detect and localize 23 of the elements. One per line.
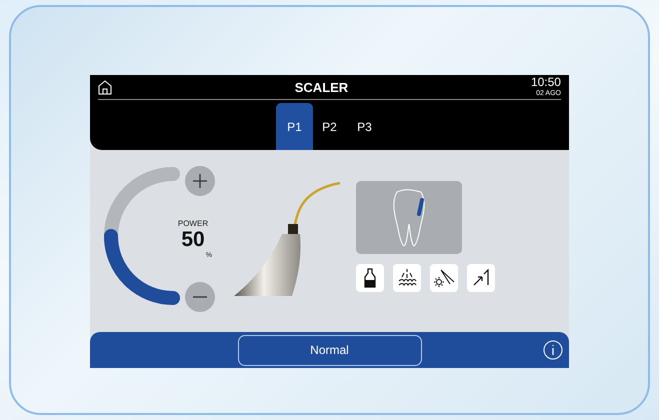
- program-tab[interactable]: P1: [276, 103, 313, 150]
- tooth-icon: [391, 188, 427, 248]
- increase-button[interactable]: [185, 166, 215, 196]
- ramp-arrow-icon: [472, 269, 490, 287]
- bottle-button[interactable]: [356, 264, 384, 292]
- water-spray-icon: [397, 268, 417, 288]
- mode-button[interactable]: Normal: [238, 334, 422, 366]
- program-tab[interactable]: P2: [311, 103, 348, 150]
- bottle-icon: [364, 268, 376, 288]
- power-value: 50: [181, 228, 205, 252]
- ramp-button[interactable]: [467, 264, 495, 292]
- plus-icon: [193, 174, 207, 188]
- screen-title: SCALER: [294, 80, 348, 94]
- decrease-button[interactable]: [185, 282, 215, 312]
- clock-time: 10:50: [530, 76, 561, 89]
- light-button[interactable]: [430, 264, 458, 292]
- water-spray-button[interactable]: [393, 264, 421, 292]
- minus-icon: [193, 296, 207, 298]
- home-icon[interactable]: [98, 80, 112, 94]
- power-label: POWER: [178, 219, 208, 228]
- info-icon[interactable]: [543, 340, 563, 360]
- handpiece-light-icon: [433, 268, 455, 288]
- program-tab[interactable]: P3: [346, 103, 383, 150]
